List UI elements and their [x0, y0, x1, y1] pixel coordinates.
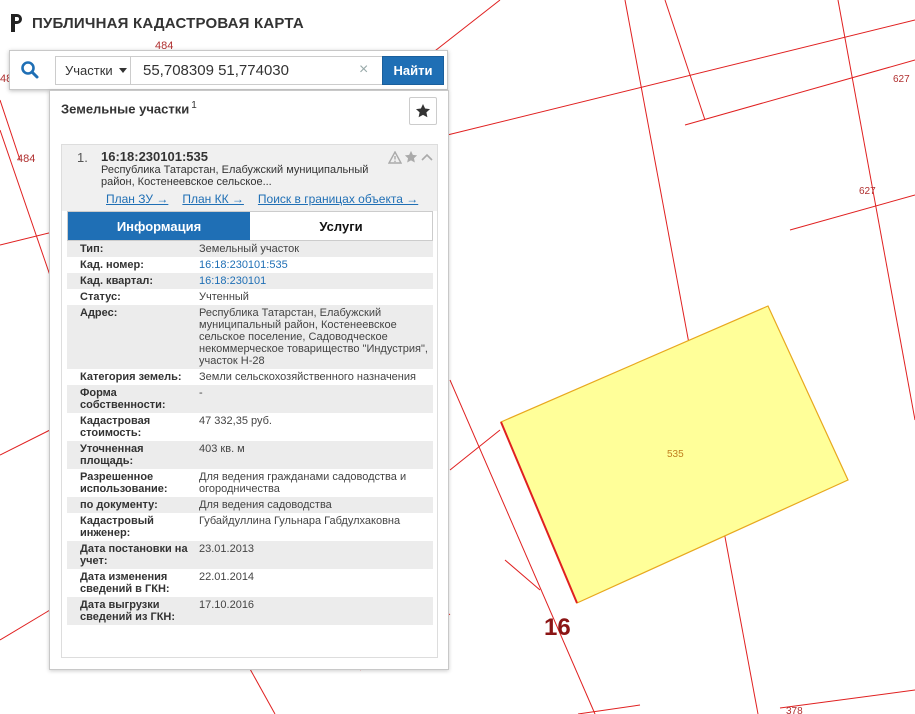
info-row: Форма собственности: -: [67, 385, 433, 413]
info-value: -: [199, 387, 203, 399]
boundary-line: [789, 194, 915, 231]
info-value: 47 332,35 руб.: [199, 415, 272, 427]
result-card-header[interactable]: 1. 16:18:230101:535 Республика Татарстан…: [62, 145, 437, 211]
info-row: Дата изменения сведений в ГКН: 22.01.2014: [67, 569, 433, 597]
info-key: Дата выгрузки сведений из ГКН:: [80, 599, 176, 623]
map-label-627: 627: [859, 186, 876, 197]
info-row: Дата постановки на учет: 23.01.2013: [67, 541, 433, 569]
favorites-button[interactable]: [409, 97, 437, 125]
link-search-within[interactable]: Поиск в границах объекта →: [258, 192, 418, 206]
panel-title: Земельные участки 1: [61, 100, 197, 116]
info-row: Уточненная площадь: 403 кв. м: [67, 441, 433, 469]
info-key: Кадастровый инженер:: [80, 515, 154, 539]
info-row: Адрес: Республика Татарстан, Елабужский м…: [67, 305, 433, 369]
info-value: Губайдуллина Гульнара Габдулхаковна: [199, 515, 401, 527]
info-row: по документу: Для ведения садоводства: [67, 497, 433, 513]
info-row: Разрешенное использование: Для ведения гр…: [67, 469, 433, 497]
close-icon[interactable]: ×: [359, 61, 368, 79]
search-bar: Участки × Найти: [9, 50, 448, 90]
info-value: Земельный участок: [199, 243, 300, 255]
info-tabs: Информация Услуги: [67, 211, 433, 241]
info-value: Учтенный: [199, 291, 249, 303]
boundary-line: [684, 59, 915, 126]
info-key: Дата постановки на учет:: [80, 543, 188, 567]
info-value: 23.01.2013: [199, 543, 255, 555]
info-row: Категория земель: Земли сельскохозяйствен…: [67, 369, 433, 385]
parcel-label-535: 535: [667, 449, 684, 460]
link-plan-zu[interactable]: План ЗУ →: [106, 192, 168, 206]
info-row: Статус: Учтенный: [67, 289, 433, 305]
info-value: Для ведения садоводства: [199, 499, 332, 511]
info-row: Дата выгрузки сведений из ГКН: 17.10.2016: [67, 597, 433, 625]
result-address: Республика Татарстан, Елабужский муницип…: [101, 164, 369, 188]
info-key: Форма собственности:: [80, 387, 166, 411]
search-icon[interactable]: [20, 60, 40, 80]
results-panel: Земельные участки 1 1. 16:18:230101:535 Р…: [49, 90, 449, 670]
panel-title-text: Земельные участки: [61, 101, 190, 117]
map-label-484: 484: [17, 153, 35, 165]
info-key: Категория земель:: [80, 371, 182, 383]
boundary-line: [0, 429, 51, 456]
quarter-label-16: 16: [544, 614, 571, 641]
info-value: 22.01.2014: [199, 571, 255, 583]
info-value-link[interactable]: 16:18:230101:535: [192, 257, 433, 273]
info-key: Дата изменения сведений в ГКН:: [80, 571, 170, 595]
map-label-627: 627: [893, 74, 910, 85]
result-card: 1. 16:18:230101:535 Республика Татарстан…: [61, 144, 438, 658]
info-key: Разрешенное использование:: [80, 471, 168, 495]
tab-services[interactable]: Услуги: [250, 212, 432, 240]
result-index: 1.: [77, 150, 88, 165]
app-header: ПУБЛИЧНАЯ КАДАСТРОВАЯ КАРТА: [8, 13, 304, 33]
boundary-line: [449, 429, 501, 471]
result-count: 1: [191, 100, 197, 111]
star-icon: [416, 104, 430, 118]
info-row: Кад. квартал: 16:18:230101: [67, 273, 433, 289]
boundary-line: [577, 704, 641, 714]
info-row: Кадастровая стоимость: 47 332,35 руб.: [67, 413, 433, 441]
app-title: ПУБЛИЧНАЯ КАДАСТРОВАЯ КАРТА: [32, 14, 304, 32]
info-key: Кадастровая стоимость:: [80, 415, 151, 439]
boundary-line: [0, 99, 21, 161]
info-key: Статус:: [80, 291, 121, 303]
result-cad-number: 16:18:230101:535: [101, 149, 208, 164]
search-input[interactable]: [131, 56, 383, 85]
info-key: Тип:: [80, 243, 104, 255]
info-row: Кад. номер: 16:18:230101:535: [67, 257, 433, 273]
info-row: Тип: Земельный участок: [67, 241, 433, 257]
info-value-link[interactable]: 16:18:230101: [192, 273, 433, 289]
chevron-down-icon: [118, 68, 127, 73]
info-value: 403 кв. м: [199, 443, 245, 455]
info-value: Республика Татарстан, Елабужский муницип…: [199, 307, 428, 367]
info-table: Тип: Земельный участок Кад. номер: 16:18:23…: [67, 241, 433, 625]
info-key: Адрес:: [80, 307, 118, 319]
info-value: Для ведения гражданами садоводства и ого…: [199, 471, 407, 495]
search-type-select[interactable]: Участки: [55, 56, 131, 85]
info-key: Кад. квартал:: [80, 275, 154, 287]
result-actions: [388, 150, 434, 164]
map-label-378: 378: [786, 706, 803, 714]
boundary-line: [664, 0, 706, 121]
info-row: Кадастровый инженер: Губайдуллина Гульнар…: [67, 513, 433, 541]
star-icon[interactable]: [404, 150, 418, 164]
info-key: Уточненная площадь:: [80, 443, 144, 467]
info-value: Земли сельскохозяйственного назначения: [199, 371, 416, 383]
tab-information[interactable]: Информация: [68, 212, 250, 240]
info-key: по документу:: [80, 499, 158, 511]
find-button[interactable]: Найти: [382, 56, 444, 85]
search-type-label: Участки: [65, 63, 113, 78]
boundary-line: [0, 609, 51, 641]
result-links: План ЗУ → План КК → Поиск в границах объ…: [106, 192, 418, 206]
warning-icon[interactable]: [388, 150, 402, 164]
info-key: Кад. номер:: [80, 259, 144, 271]
info-value: 17.10.2016: [199, 599, 255, 611]
logo-icon: [11, 14, 22, 32]
link-plan-kk[interactable]: План КК →: [182, 192, 244, 206]
chevron-up-icon[interactable]: [420, 150, 434, 164]
